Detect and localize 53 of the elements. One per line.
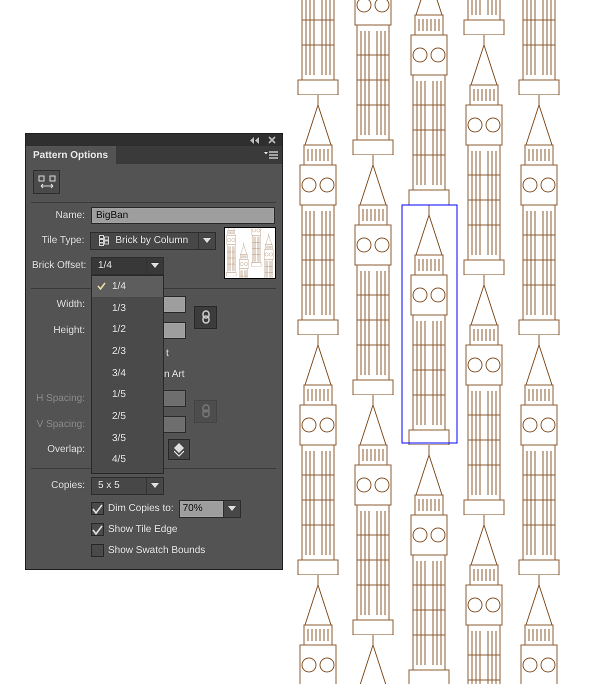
- checkbox[interactable]: [91, 502, 104, 515]
- menu-item[interactable]: 1/5: [92, 384, 163, 406]
- menu-item[interactable]: 3/5: [92, 427, 163, 449]
- checkbox[interactable]: [91, 523, 104, 536]
- dropdown-value: 70%: [182, 503, 204, 514]
- panel-tab[interactable]: Pattern Options: [26, 146, 116, 164]
- field-label: Width:: [56, 298, 85, 310]
- field-label: Height:: [52, 324, 85, 336]
- copies-dropdown[interactable]: 5 x 5: [91, 476, 164, 494]
- caret-icon: [203, 238, 211, 243]
- checkbox-label[interactable]: Dim Copies to:: [108, 503, 174, 514]
- checkmark-icon: [92, 524, 103, 534]
- name-field[interactable]: BigBan: [91, 207, 275, 224]
- menu-item[interactable]: 2/3: [92, 340, 163, 362]
- field-label: Overlap:: [46, 444, 85, 455]
- overlap-button[interactable]: [168, 439, 190, 460]
- field-label: Copies:: [50, 480, 85, 491]
- collapse-icon[interactable]: [250, 136, 259, 144]
- menu-item[interactable]: 1/3: [92, 297, 163, 319]
- menu-item[interactable]: 4/5: [92, 449, 163, 471]
- caret-icon: [151, 263, 159, 268]
- check-icon: [97, 282, 106, 290]
- dropdown-value: Brick by Column: [115, 235, 190, 246]
- checkbox-label[interactable]: Show Tile Edge: [108, 524, 178, 535]
- menu-item[interactable]: 1/4: [92, 276, 163, 298]
- pattern-thumbnail: [224, 226, 276, 278]
- caret-icon: [228, 506, 236, 511]
- dropdown-value: 1/4: [97, 260, 113, 271]
- diamond-stack-icon: [174, 442, 184, 456]
- tile-arrows-icon: [38, 175, 56, 189]
- link-button[interactable]: [194, 306, 217, 328]
- caret-icon: [151, 483, 159, 488]
- menu-icon[interactable]: [264, 151, 278, 159]
- chain-link-icon: [202, 310, 210, 324]
- dropdown-caret[interactable]: [222, 500, 240, 516]
- tile-type-dropdown[interactable]: Brick by Column: [90, 232, 216, 250]
- checkbox-label: n Art: [164, 369, 185, 380]
- checkbox[interactable]: [91, 544, 104, 557]
- checkbox-label: t: [166, 348, 169, 359]
- menu-item[interactable]: 2/5: [92, 406, 163, 428]
- dim-percent-dropdown[interactable]: 70%: [178, 500, 241, 518]
- menu-item[interactable]: 3/4: [92, 362, 163, 384]
- field-label: Tile Type:: [40, 235, 84, 246]
- edit-tile-button[interactable]: [33, 170, 60, 194]
- brick-grid-icon: [99, 235, 110, 246]
- menu-item[interactable]: 1/2: [92, 318, 163, 341]
- chain-link-icon: [202, 404, 210, 418]
- dropdown-value: 5 x 5: [97, 480, 121, 491]
- close-icon[interactable]: [268, 136, 276, 144]
- checkbox-label[interactable]: Show Swatch Bounds: [108, 545, 206, 556]
- checkmark-icon: [92, 504, 103, 514]
- field-label: Brick Offset:: [32, 260, 85, 271]
- field-label: Name:: [54, 210, 85, 221]
